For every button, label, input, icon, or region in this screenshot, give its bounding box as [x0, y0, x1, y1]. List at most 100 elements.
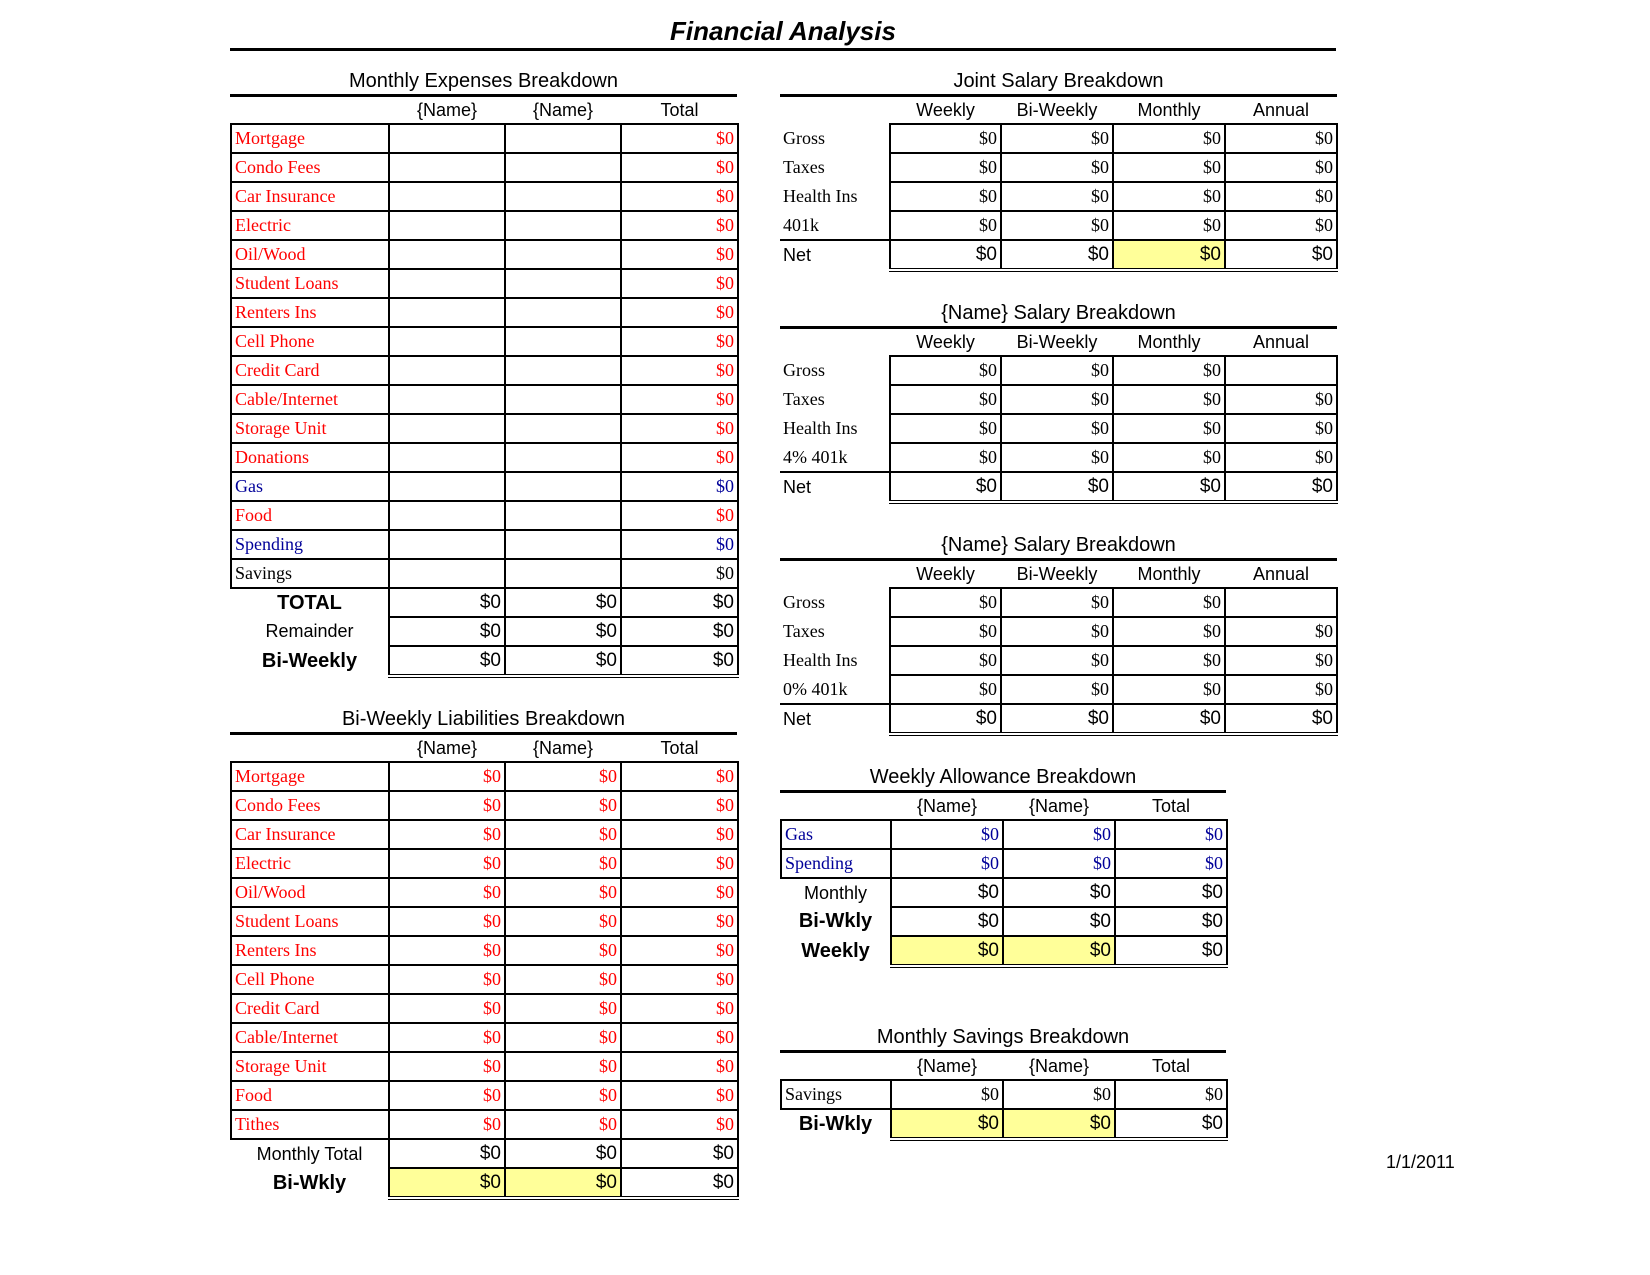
section-title: Weekly Allowance Breakdown	[869, 766, 1137, 788]
total-cell: $0	[620, 355, 739, 386]
value-cell: $0	[1112, 152, 1226, 183]
total-cell: $0	[620, 268, 739, 299]
salary-row: Taxes $0 $0 $0 $0	[780, 152, 1338, 183]
input-cell[interactable]	[388, 558, 506, 589]
value-cell: $0	[504, 819, 622, 850]
joint-salary-section: Joint Salary Breakdown Weekly Bi-Weekly Mo…	[780, 68, 1338, 272]
input-cell[interactable]	[388, 152, 506, 183]
value-cell: $0	[620, 848, 739, 879]
expense-row: Mortgage $0	[230, 123, 739, 154]
input-cell[interactable]	[504, 181, 622, 212]
value-cell: $0	[1000, 181, 1114, 212]
value-cell: $0	[1000, 355, 1114, 386]
net-row: Net $0 $0 $0 $0	[780, 471, 1338, 504]
input-cell[interactable]	[504, 123, 622, 154]
value-cell: $0	[504, 1022, 622, 1053]
input-cell[interactable]	[504, 529, 622, 560]
input-cell[interactable]	[504, 297, 622, 328]
liability-row: Food $0 $0 $0	[230, 1080, 739, 1111]
input-cell[interactable]	[388, 181, 506, 212]
column-header: Annual	[1252, 331, 1310, 352]
input-cell[interactable]	[504, 471, 622, 502]
value-cell: $0	[1224, 210, 1338, 241]
input-cell[interactable]	[504, 558, 622, 589]
summary-value: $0	[620, 616, 739, 647]
summary-row: Bi-Wkly $0 $0 $0	[781, 906, 1228, 937]
input-cell[interactable]	[388, 442, 506, 473]
liability-row: Tithes $0 $0 $0	[230, 1109, 739, 1140]
expense-row: Electric $0	[230, 210, 739, 241]
row-label: 4% 401k	[783, 446, 848, 467]
summary-row: Bi-Wkly $0 $0 $0	[781, 1108, 1228, 1141]
input-cell[interactable]	[388, 413, 506, 444]
column-header: Monthly	[1137, 331, 1201, 352]
value-cell: $0	[1000, 210, 1114, 241]
value-cell: $0	[889, 674, 1002, 705]
value-cell: $0	[889, 384, 1002, 415]
liability-row: Car Insurance $0 $0 $0	[230, 819, 739, 850]
input-cell[interactable]	[388, 355, 506, 386]
value-cell: $0	[1000, 674, 1114, 705]
value-cell: $0	[504, 1051, 622, 1082]
value-cell: $0	[1000, 442, 1114, 473]
value-cell: $0	[504, 877, 622, 908]
column-header: Monthly	[1137, 563, 1201, 584]
summary-value: $0	[504, 616, 622, 647]
input-cell[interactable]	[388, 239, 506, 270]
input-cell[interactable]	[504, 500, 622, 531]
input-cell[interactable]	[388, 500, 506, 531]
value-cell: $0	[388, 848, 506, 879]
value-cell: $0	[1112, 210, 1226, 241]
row-label: Gas	[230, 471, 390, 502]
input-cell[interactable]	[504, 152, 622, 183]
value-cell: $0	[504, 993, 622, 1024]
value-cell: $0	[1000, 587, 1114, 618]
input-cell[interactable]	[388, 471, 506, 502]
input-cell[interactable]	[388, 297, 506, 328]
value-cell: $0	[1114, 848, 1228, 879]
row-label: Cable/Internet	[230, 1022, 390, 1053]
value-cell: $0	[1112, 587, 1226, 618]
net-value: $0	[1112, 239, 1226, 272]
input-cell[interactable]	[504, 268, 622, 299]
input-cell[interactable]	[388, 384, 506, 415]
row-label: Oil/Wood	[230, 877, 390, 908]
row-label: Cell Phone	[230, 964, 390, 995]
value-cell: $0	[889, 355, 1002, 386]
value-cell: $0	[1112, 616, 1226, 647]
input-cell[interactable]	[504, 326, 622, 357]
summary-label: Bi-Weekly	[261, 649, 358, 672]
input-cell[interactable]	[504, 239, 622, 270]
row-label: Condo Fees	[230, 152, 390, 183]
value-cell: $0	[1224, 674, 1338, 705]
input-cell[interactable]	[504, 384, 622, 415]
column-header: Bi-Weekly	[1016, 563, 1098, 584]
input-cell[interactable]	[504, 210, 622, 241]
input-cell[interactable]	[504, 413, 622, 444]
value-cell: $0	[1002, 819, 1116, 850]
liability-row: Credit Card $0 $0 $0	[230, 993, 739, 1024]
allowance-section: Weekly Allowance Breakdown {Name} {Name} T…	[780, 764, 1228, 968]
summary-row: Bi-Wkly $0 $0 $0	[231, 1167, 739, 1200]
column-header-blank	[781, 793, 891, 820]
value-cell: $0	[620, 877, 739, 908]
value-cell: $0	[1002, 848, 1116, 879]
input-cell[interactable]	[388, 529, 506, 560]
section-title: Bi-Weekly Liabilities Breakdown	[341, 708, 626, 730]
summary-label: TOTAL	[277, 591, 342, 614]
row-label: Car Insurance	[230, 819, 390, 850]
value-cell: $0	[1224, 413, 1338, 444]
input-cell[interactable]	[504, 355, 622, 386]
value-cell: $0	[1000, 413, 1114, 444]
value-cell: $0	[504, 935, 622, 966]
value-cell: $0	[890, 819, 1004, 850]
column-header: Weekly	[916, 563, 975, 584]
input-cell[interactable]	[388, 268, 506, 299]
input-cell[interactable]	[504, 442, 622, 473]
input-cell[interactable]	[388, 123, 506, 154]
value-cell: $0	[889, 645, 1002, 676]
input-cell[interactable]	[388, 210, 506, 241]
net-value: $0	[1224, 703, 1338, 736]
value-cell: $0	[1224, 616, 1338, 647]
input-cell[interactable]	[388, 326, 506, 357]
